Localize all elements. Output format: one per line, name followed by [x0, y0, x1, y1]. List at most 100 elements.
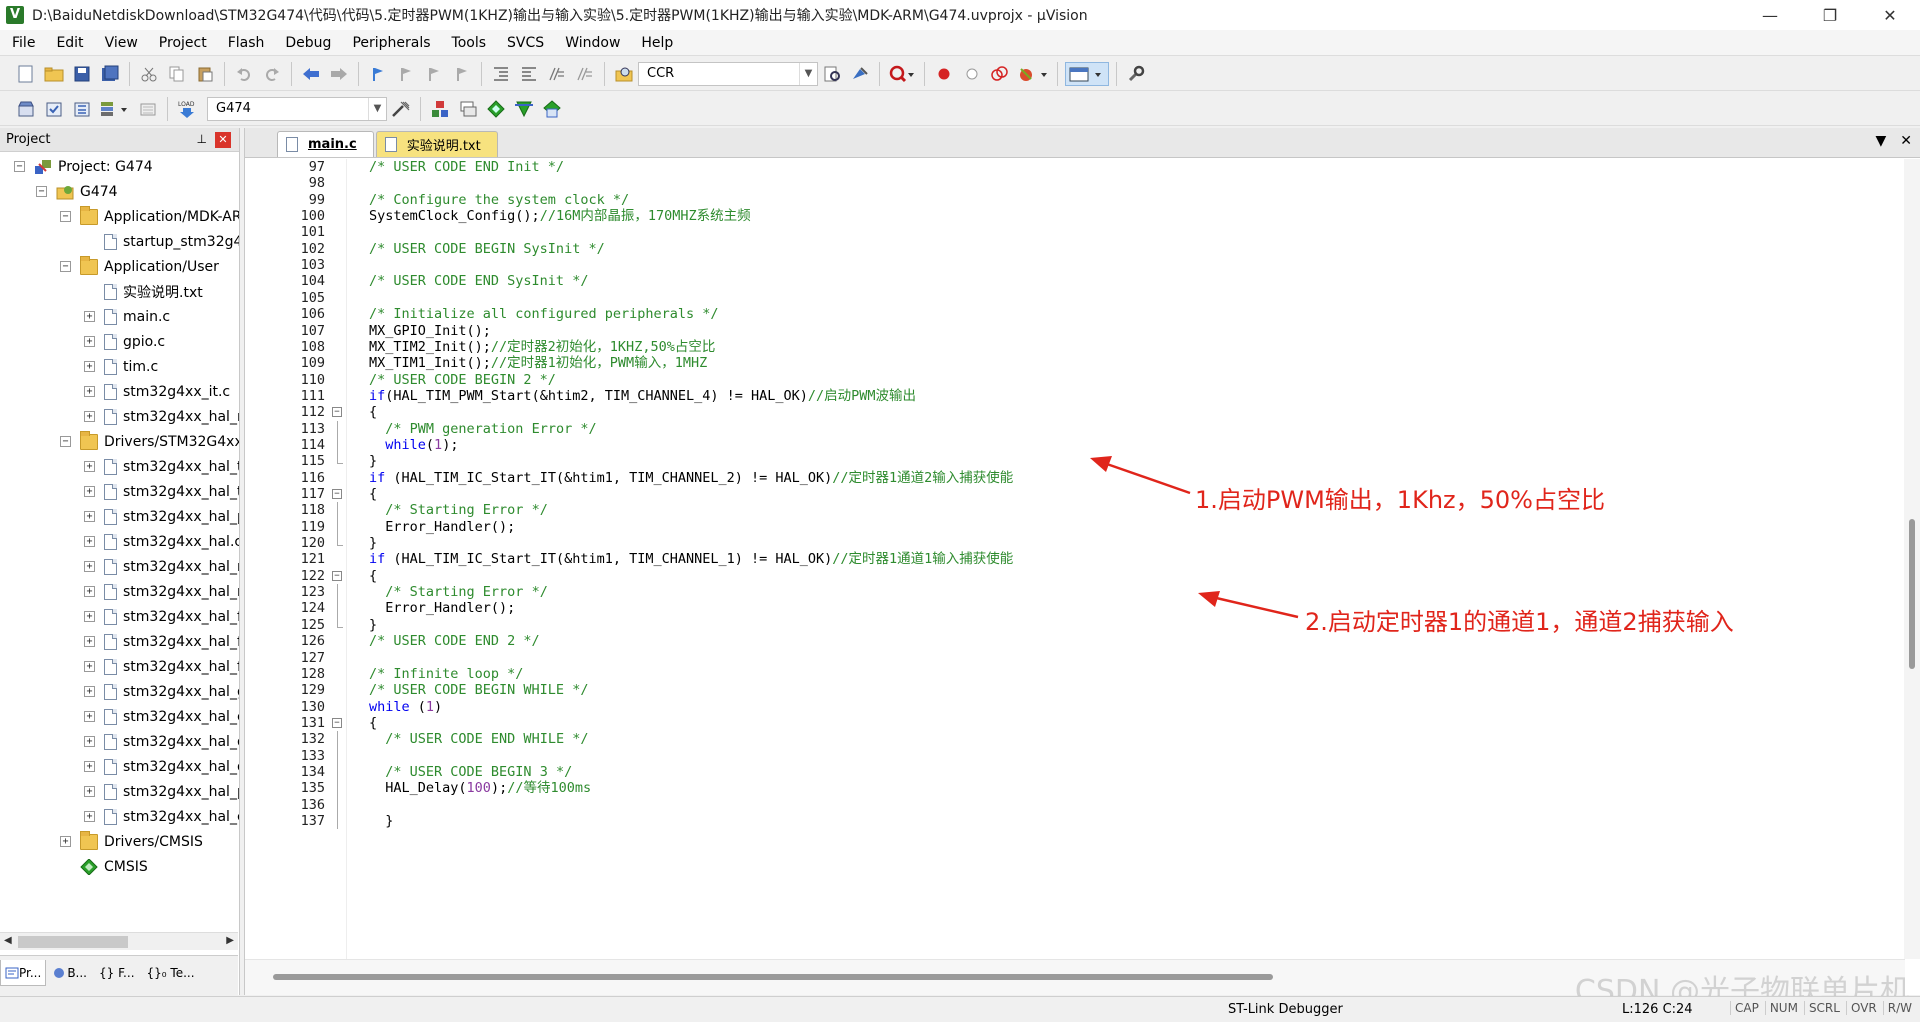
tree-node[interactable]: + stm32g4xx_hal_flash.c	[84, 604, 239, 629]
code-line[interactable]: 99 /* Configure the system clock */	[245, 192, 1905, 208]
window-layout-icon[interactable]	[1065, 61, 1109, 86]
collapse-icon[interactable]: −	[36, 186, 47, 197]
expand-icon[interactable]: +	[84, 611, 95, 622]
scroll-left-icon[interactable]: ◀	[4, 935, 12, 946]
tree-node[interactable]: − Application/MDK-ARM	[60, 204, 239, 229]
tree-node[interactable]: + stm32g4xx_hal_dma.c	[84, 729, 239, 754]
code-area[interactable]: 97 /* USER CODE END Init */ 98 99 /* Configu…	[245, 159, 1905, 959]
tree-node[interactable]: + stm32g4xx_hal.c	[84, 529, 239, 554]
tab-functions[interactable]: {} F...	[94, 960, 140, 986]
collapse-icon[interactable]: −	[14, 161, 25, 172]
download-load-icon[interactable]: LOAD	[175, 97, 199, 121]
menu-flash[interactable]: Flash	[216, 30, 274, 56]
indent-icon[interactable]	[489, 62, 513, 86]
collapse-icon[interactable]: −	[60, 436, 71, 447]
code-line[interactable]: 117− {	[245, 486, 1905, 502]
horizontal-scrollbar-thumb[interactable]	[273, 974, 1273, 980]
menu-help[interactable]: Help	[629, 30, 682, 56]
expand-icon[interactable]: +	[84, 486, 95, 497]
save-icon[interactable]	[70, 62, 94, 86]
select-packs-icon[interactable]	[484, 97, 508, 121]
tree-node[interactable]: 实验说明.txt	[104, 279, 203, 304]
tree-node[interactable]: − G474	[36, 179, 118, 204]
code-line[interactable]: 123 /* Starting Error */	[245, 584, 1905, 601]
open-file-icon[interactable]	[42, 62, 66, 86]
code-line[interactable]: 107 MX_GPIO_Init();	[245, 323, 1905, 339]
save-all-icon[interactable]	[98, 62, 122, 86]
tab-list-dropdown-icon[interactable]: ▼	[1875, 133, 1886, 149]
insert-breakpoint-icon[interactable]	[932, 62, 956, 86]
pin-icon[interactable]: ⊥	[197, 132, 207, 146]
redo-icon[interactable]	[260, 62, 284, 86]
expand-icon[interactable]: +	[84, 661, 95, 672]
clear-bookmarks-icon[interactable]	[450, 62, 474, 86]
tab-experiment-notes[interactable]: 实验说明.txt	[375, 131, 498, 157]
cut-icon[interactable]	[137, 62, 161, 86]
expand-icon[interactable]: +	[84, 686, 95, 697]
expand-icon[interactable]: +	[84, 511, 95, 522]
tree-node[interactable]: + stm32g4xx_hal_cortex.c	[84, 804, 239, 829]
undo-icon[interactable]	[232, 62, 256, 86]
batch-build-icon[interactable]	[98, 97, 132, 121]
expand-icon[interactable]: +	[84, 586, 95, 597]
fold-collapse-icon[interactable]: −	[332, 407, 342, 418]
code-line[interactable]: 130 while (1)	[245, 699, 1905, 715]
configure-wrench-icon[interactable]	[1124, 62, 1148, 86]
tree-node[interactable]: + stm32g4xx_hal_dma_ex.c	[84, 754, 239, 779]
menu-debug[interactable]: Debug	[273, 30, 340, 56]
code-line[interactable]: 102 /* USER CODE BEGIN SysInit */	[245, 241, 1905, 257]
restore-button[interactable]: ❐	[1800, 0, 1860, 30]
disable-all-breakpoints-icon[interactable]	[988, 62, 1012, 86]
code-line[interactable]: 106 /* Initialize all configured peripher…	[245, 306, 1905, 322]
expand-icon[interactable]: +	[84, 786, 95, 797]
tree-node[interactable]: + Drivers/CMSIS	[60, 829, 203, 854]
code-line[interactable]: 118 /* Starting Error */	[245, 502, 1905, 519]
code-line[interactable]: 115}	[245, 453, 1905, 469]
tree-node[interactable]: + stm32g4xx_it.c	[84, 379, 230, 404]
tab-books[interactable]: B...	[48, 960, 92, 986]
stop-build-icon[interactable]	[136, 97, 160, 121]
expand-icon[interactable]: +	[84, 311, 95, 322]
expand-icon[interactable]: +	[84, 461, 95, 472]
tree-node[interactable]: + stm32g4xx_hal_pwr_ex.c	[84, 504, 239, 529]
code-line[interactable]: 103	[245, 257, 1905, 273]
insert-bookmark-icon[interactable]	[366, 62, 390, 86]
code-line[interactable]: 97 /* USER CODE END Init */	[245, 159, 1905, 175]
tree-node[interactable]: − Drivers/STM32G4xx_HAL_Driver	[60, 429, 239, 454]
expand-icon[interactable]: +	[84, 361, 95, 372]
collapse-icon[interactable]: −	[60, 211, 71, 222]
tree-node[interactable]: + stm32g4xx_hal_gpio.c	[84, 679, 239, 704]
tree-node[interactable]: + stm32g4xx_hal_exti.c	[84, 704, 239, 729]
kill-all-breakpoints-icon[interactable]	[1016, 62, 1050, 86]
menu-svcs[interactable]: SVCS	[495, 30, 553, 56]
code-line[interactable]: 105	[245, 290, 1905, 306]
code-line[interactable]: 110 /* USER CODE BEGIN 2 */	[245, 372, 1905, 388]
find-combo[interactable]: CCR ▼	[638, 61, 818, 86]
code-line[interactable]: 109 MX_TIM1_Init();//定时器1初始化，PWM输入，1MHZ	[245, 355, 1905, 371]
uncomment-selection-icon[interactable]	[573, 62, 597, 86]
scrollbar-thumb[interactable]	[18, 936, 128, 948]
tree-node[interactable]: + tim.c	[84, 354, 158, 379]
tree-node[interactable]: + stm32g4xx_hal_msp.c	[84, 404, 239, 429]
enable-breakpoint-icon[interactable]	[960, 62, 984, 86]
tab-templates[interactable]: {}₀ Te...	[142, 960, 200, 986]
code-line[interactable]: 108 MX_TIM2_Init();//定时器2初始化，1KHZ,50%占空比	[245, 339, 1905, 355]
code-line[interactable]: 121 if (HAL_TIM_IC_Start_IT(&htim1, TIM_C…	[245, 551, 1905, 567]
expand-icon[interactable]: +	[84, 761, 95, 772]
code-line[interactable]: 112− {	[245, 404, 1905, 420]
vertical-scrollbar-thumb[interactable]	[1909, 519, 1915, 669]
minimize-button[interactable]: —	[1740, 0, 1800, 30]
code-line[interactable]: 133	[245, 747, 1905, 764]
chevron-down-icon[interactable]: ▼	[368, 97, 386, 120]
fold-collapse-icon[interactable]: −	[332, 570, 342, 581]
scroll-right-icon[interactable]: ▶	[226, 935, 234, 946]
tree-node[interactable]: CMSIS	[80, 854, 148, 879]
code-line[interactable]: 127	[245, 650, 1905, 666]
expand-icon[interactable]: +	[84, 711, 95, 722]
menu-window[interactable]: Window	[553, 30, 629, 56]
editor-vertical-scrollbar[interactable]	[1904, 159, 1920, 959]
tree-node[interactable]: − Application/User	[60, 254, 219, 279]
comment-selection-icon[interactable]	[545, 62, 569, 86]
tree-node[interactable]: + main.c	[84, 304, 170, 329]
code-line[interactable]: 129 /* USER CODE BEGIN WHILE */	[245, 682, 1905, 698]
